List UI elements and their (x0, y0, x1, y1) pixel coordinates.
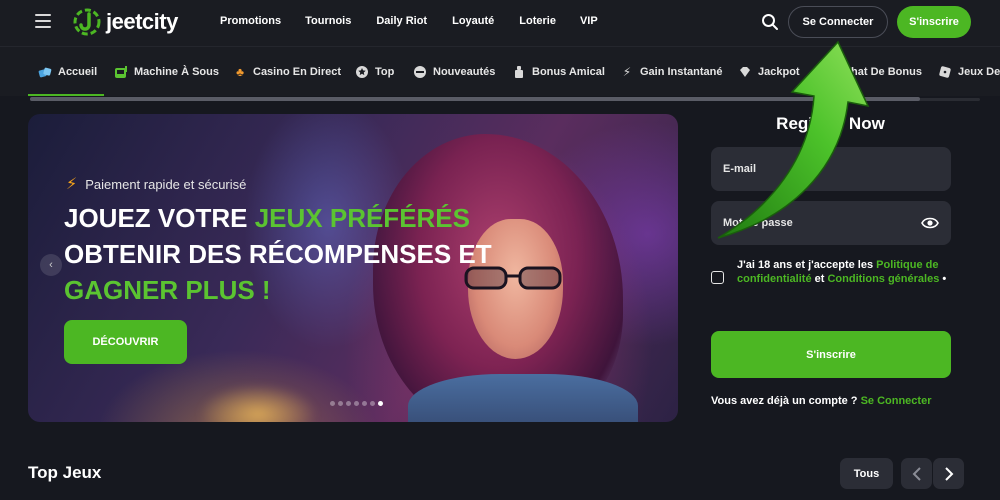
logo-text: jeetcity (106, 9, 178, 34)
hero-banner: ⚡ Paiement rapide et sécurisé JOUEZ VOTR… (28, 114, 678, 422)
eye-icon[interactable] (921, 215, 939, 231)
category-jeux-de[interactable]: Jeux De (938, 65, 1000, 79)
discover-button[interactable]: DÉCOUVRIR (64, 320, 187, 364)
category-bar: Accueil Machine À Sous ♣ Casino En Direc… (0, 46, 1000, 96)
terms-link[interactable]: Conditions générales (827, 273, 939, 285)
carousel-dot[interactable] (330, 401, 335, 406)
lightning-icon: ⚡ (622, 65, 632, 79)
carousel-dot[interactable] (338, 401, 343, 406)
password-field[interactable] (711, 201, 951, 245)
hero-tagline: ⚡ Paiement rapide et sécurisé (66, 176, 247, 193)
section-title: Top Jeux (28, 463, 102, 482)
have-account-text: Vous avez déjà un compte ? Se Connecter (711, 395, 932, 407)
main-nav: Promotions Tournois Daily Riot Loyauté L… (220, 15, 598, 27)
register-submit-button[interactable]: S'inscrire (711, 331, 951, 378)
hero-character-body (408, 374, 638, 422)
category-casino-en-direct[interactable]: ♣ Casino En Direct (233, 65, 341, 79)
carousel-prev-icon[interactable]: ‹ (40, 254, 62, 276)
category-jackpot[interactable]: Jackpot (738, 65, 800, 79)
diamond-icon (738, 65, 752, 79)
chevron-left-icon (912, 466, 921, 481)
nav-daily-riot[interactable]: Daily Riot (376, 15, 427, 27)
category-accueil[interactable]: Accueil (38, 65, 97, 79)
terms-text: J'ai 18 ans et j'accepte les Politique d… (737, 259, 947, 285)
lightning-icon: ⚡ (66, 176, 78, 193)
login-button[interactable]: Se Connecter (788, 6, 888, 38)
carousel-dot[interactable] (346, 401, 351, 406)
carousel-dot[interactable] (370, 401, 375, 406)
signup-button[interactable]: S'inscrire (897, 6, 971, 38)
search-icon[interactable] (761, 13, 779, 31)
login-link[interactable]: Se Connecter (861, 395, 932, 407)
carousel-dots (330, 401, 383, 406)
email-field[interactable] (711, 147, 951, 191)
active-category-indicator (28, 94, 104, 96)
slot-machine-icon (114, 65, 128, 79)
cart-icon (817, 65, 831, 79)
category-machine-a-sous[interactable]: Machine À Sous (114, 65, 219, 79)
nav-vip[interactable]: VIP (580, 15, 598, 27)
carousel-dot[interactable] (354, 401, 359, 406)
logo[interactable]: jeetcity (72, 7, 178, 37)
nav-loyaute[interactable]: Loyauté (452, 15, 494, 27)
view-all-button[interactable]: Tous (840, 458, 893, 489)
terms-checkbox[interactable] (711, 271, 724, 284)
home-icon (38, 65, 52, 79)
register-title: Register Now (776, 114, 885, 133)
category-achat-de-bonus[interactable]: Achat De Bonus (817, 65, 922, 79)
new-badge-icon (413, 65, 427, 79)
category-gain-instantane[interactable]: ⚡ Gain Instantané (620, 65, 723, 79)
nav-promotions[interactable]: Promotions (220, 15, 281, 27)
logo-icon (73, 8, 101, 36)
coins-graphic (198, 384, 318, 422)
carousel-dot[interactable] (362, 401, 367, 406)
category-top[interactable]: Top (355, 65, 394, 79)
star-icon (355, 65, 369, 79)
prev-button[interactable] (901, 458, 932, 489)
category-nouveautes[interactable]: Nouveautés (413, 65, 495, 79)
category-bonus-amical[interactable]: Bonus Amical (512, 65, 605, 79)
nav-loterie[interactable]: Loterie (519, 15, 556, 27)
next-button[interactable] (933, 458, 964, 489)
hero-title: JOUEZ VOTRE JEUX PRÉFÉRÉS OBTENIR DES RÉ… (64, 203, 492, 305)
chevron-right-icon (944, 466, 953, 481)
nav-tournois[interactable]: Tournois (305, 15, 351, 27)
menu-icon[interactable] (35, 14, 51, 28)
club-icon: ♣ (236, 65, 244, 79)
top-header: jeetcity Promotions Tournois Daily Riot … (0, 0, 1000, 46)
carousel-dot[interactable] (378, 401, 383, 406)
category-scrollbar[interactable] (30, 97, 920, 101)
dice-icon (938, 65, 952, 79)
gift-icon (512, 65, 526, 79)
